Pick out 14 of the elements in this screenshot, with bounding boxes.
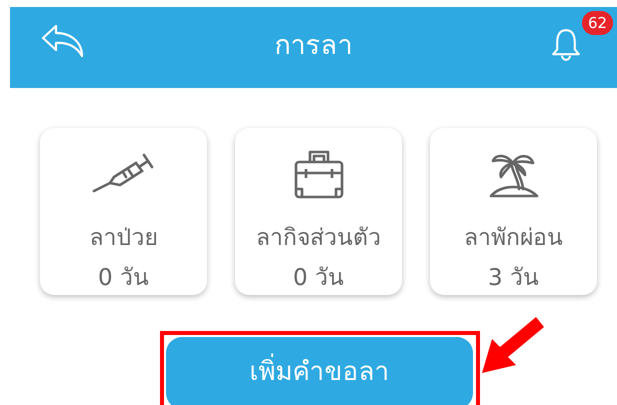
notification-badge: 62 [582, 11, 614, 35]
leave-days-count: 0 วัน [293, 264, 344, 293]
page-title: การลา [274, 29, 352, 63]
leave-type-label: ลากิจส่วนตัว [256, 224, 381, 253]
leave-type-label: ลาป่วย [90, 224, 158, 253]
briefcase-icon [294, 148, 344, 198]
back-icon[interactable] [40, 23, 86, 59]
leave-card[interactable]: ลาพักผ่อน 3 วัน [430, 128, 597, 295]
leave-type-label: ลาพักผ่อน [464, 224, 563, 253]
leave-card[interactable]: ลากิจส่วนตัว 0 วัน [235, 128, 402, 295]
leave-days-count: 0 วัน [98, 264, 149, 293]
leave-days-count: 3 วัน [488, 264, 539, 293]
leave-card[interactable]: ลาป่วย 0 วัน [40, 128, 207, 295]
pointer-arrow [480, 317, 546, 375]
